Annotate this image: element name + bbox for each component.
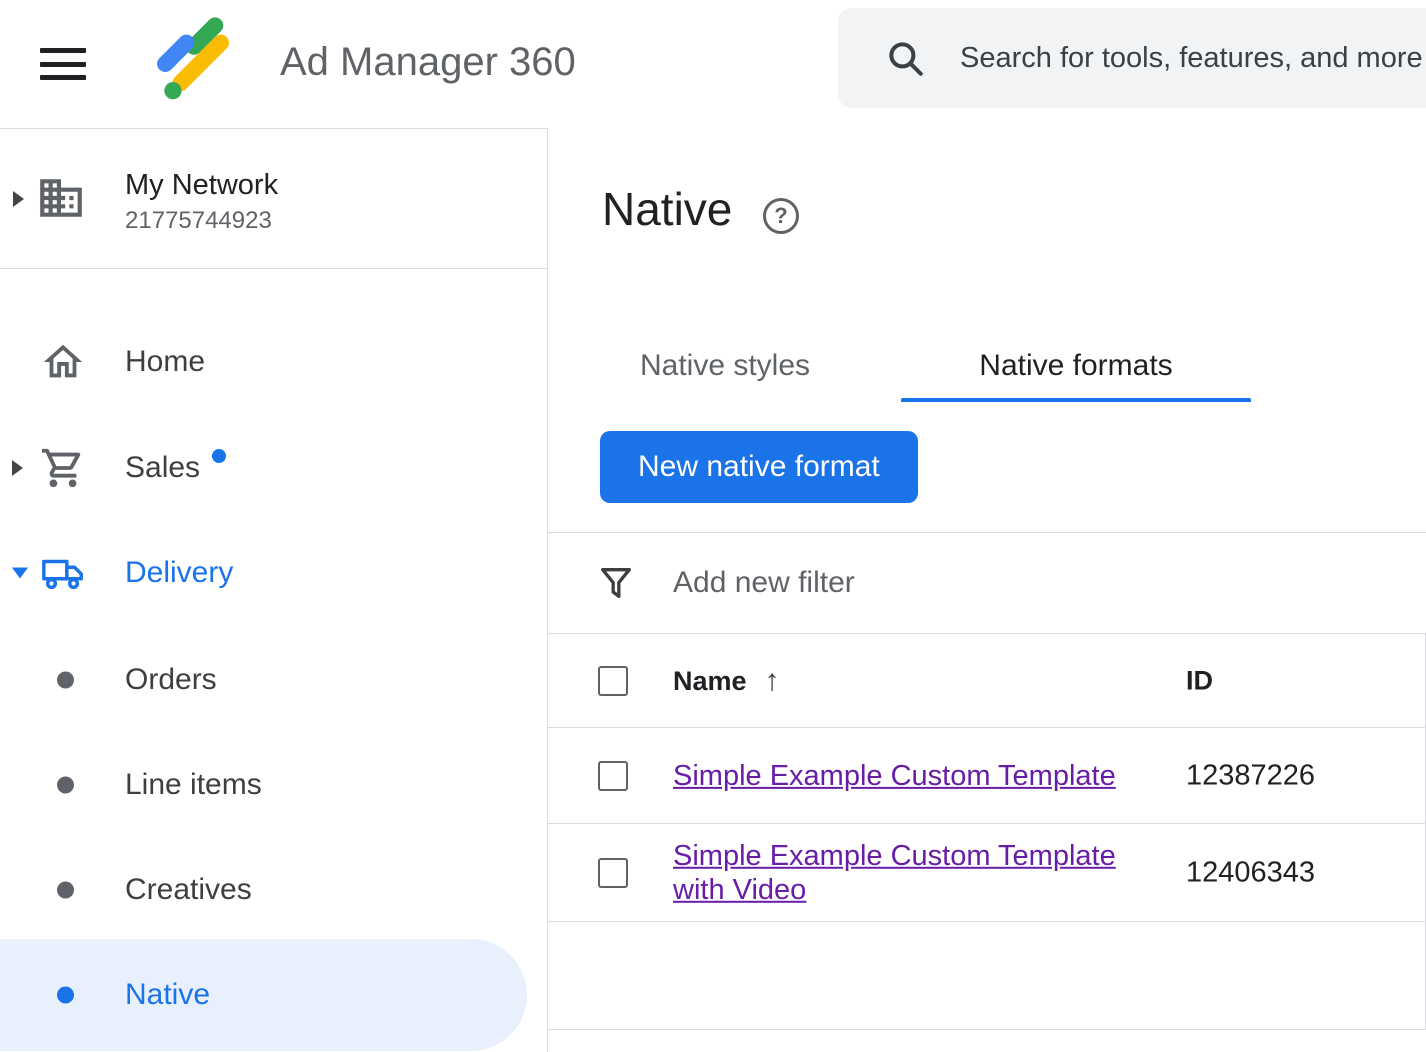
bullet-icon	[57, 987, 74, 1004]
sidebar-item-delivery[interactable]: Delivery	[0, 537, 547, 609]
row-checkbox[interactable]	[598, 858, 628, 888]
tab-native-styles[interactable]: Native styles	[600, 330, 850, 402]
bullet-icon	[57, 672, 74, 689]
sidebar-item-home[interactable]: Home	[0, 326, 547, 398]
new-native-format-button[interactable]: New native format	[600, 431, 918, 503]
tab-label: Native styles	[640, 349, 810, 383]
search-bar[interactable]	[838, 8, 1426, 108]
column-header-name[interactable]: Name	[673, 666, 747, 696]
network-building-icon	[36, 173, 86, 223]
menu-icon[interactable]	[40, 48, 86, 80]
app-title: Ad Manager 360	[280, 38, 576, 86]
expand-right-icon	[12, 460, 23, 476]
sidebar-item-sales[interactable]: Sales	[0, 432, 547, 504]
row-id: 12406343	[1186, 856, 1315, 889]
sidebar-item-label: Home	[125, 345, 205, 379]
network-name: My Network	[125, 169, 278, 202]
sidebar-item-label: Line items	[125, 768, 262, 802]
page-title: Native	[602, 182, 732, 236]
top-app-bar: Ad Manager 360	[0, 0, 1426, 128]
table-header-row: Name ↑ ID	[548, 634, 1425, 728]
sidebar-item-creatives[interactable]: Creatives	[0, 854, 547, 926]
collapse-down-icon	[12, 568, 28, 579]
network-id: 21775744923	[125, 207, 272, 235]
search-input[interactable]	[960, 42, 1426, 75]
row-checkbox[interactable]	[598, 761, 628, 791]
sidebar-item-label: Sales	[125, 451, 200, 485]
sidebar-item-label: Native	[125, 978, 210, 1012]
sidebar-item-label: Orders	[125, 663, 217, 697]
sort-ascending-icon[interactable]: ↑	[765, 664, 780, 697]
truck-icon	[40, 550, 86, 596]
bullet-icon	[57, 882, 74, 899]
sidebar-item-label: Creatives	[125, 873, 252, 907]
ad-manager-logo-icon	[148, 14, 240, 106]
tab-native-formats[interactable]: Native formats	[901, 330, 1251, 402]
select-all-checkbox[interactable]	[598, 666, 628, 696]
native-formats-table: Name ↑ ID Simple Example Custom Template …	[548, 634, 1426, 1030]
filter-placeholder[interactable]: Add new filter	[673, 566, 855, 600]
row-name-link[interactable]: Simple Example Custom Template	[673, 758, 1116, 792]
help-icon[interactable]: ?	[763, 198, 799, 234]
table-row: Simple Example Custom Template 12387226	[548, 728, 1425, 824]
home-icon	[40, 339, 86, 385]
tab-bar: Native styles Native formats	[600, 330, 1251, 402]
main-content: Native ? Native styles Native formats Ne…	[548, 128, 1426, 1052]
table-empty-row	[548, 922, 1425, 1030]
row-name-link[interactable]: Simple Example Custom Template with Vide…	[673, 838, 1148, 906]
column-header-id[interactable]: ID	[1186, 665, 1213, 696]
expand-right-icon	[13, 191, 24, 207]
sidebar-item-orders[interactable]: Orders	[0, 644, 547, 716]
table-row: Simple Example Custom Template with Vide…	[548, 824, 1425, 922]
sidebar-item-label: Delivery	[125, 556, 233, 590]
tab-label: Native formats	[979, 349, 1172, 383]
sidebar-item-native[interactable]: Native	[0, 939, 527, 1051]
sidebar-item-line-items[interactable]: Line items	[0, 749, 547, 821]
bullet-icon	[57, 777, 74, 794]
sidebar: My Network 21775744923 Home Sales Delive…	[0, 128, 548, 1052]
row-id: 12387226	[1186, 759, 1315, 792]
filter-bar[interactable]: Add new filter	[548, 532, 1426, 634]
filter-icon	[596, 563, 636, 603]
search-icon	[884, 37, 926, 79]
network-selector[interactable]: My Network 21775744923	[0, 129, 547, 269]
notification-dot-icon	[212, 449, 226, 463]
cart-icon	[40, 445, 86, 491]
